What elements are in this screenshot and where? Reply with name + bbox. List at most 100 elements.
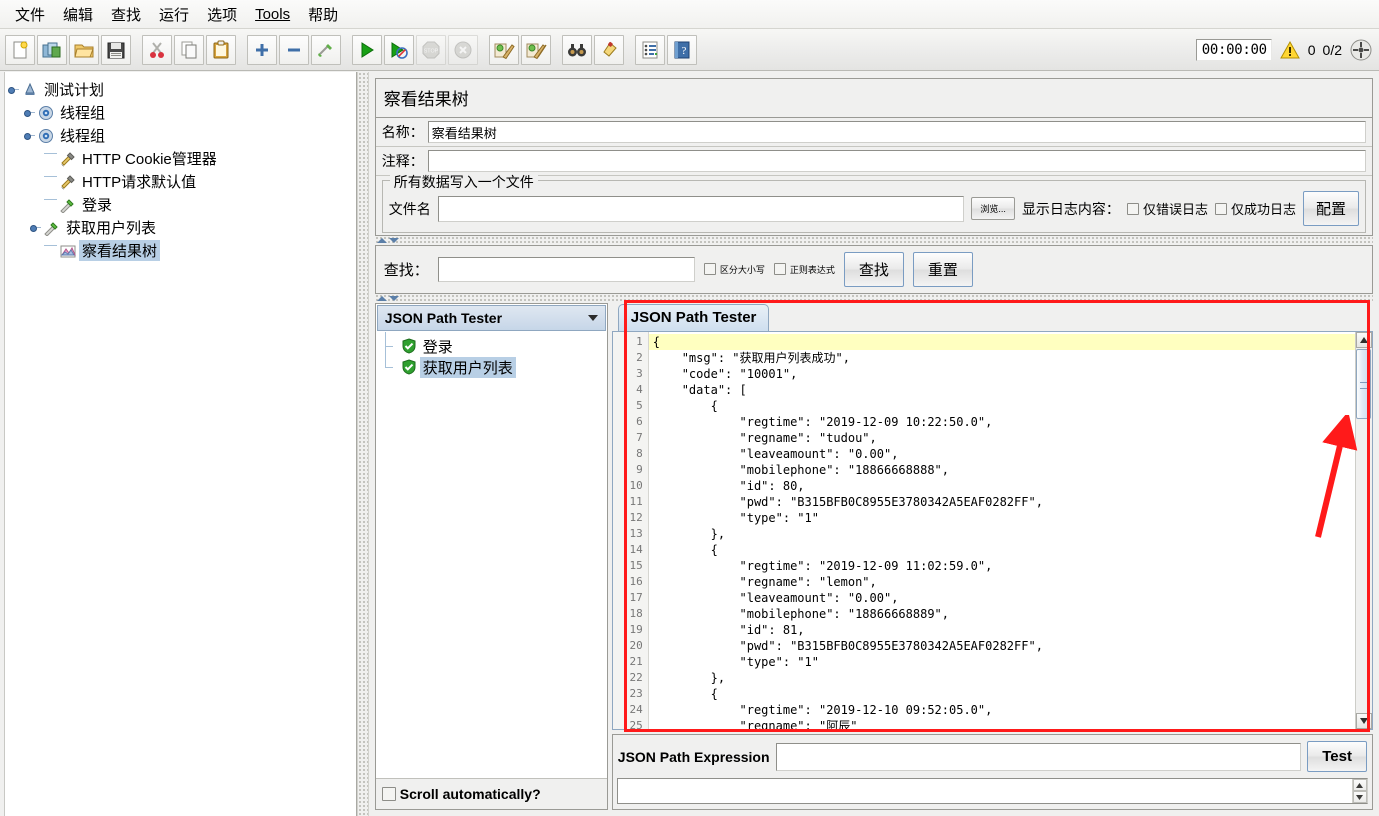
listener-config-panel: 察看结果树 名称： 注释： 所有数据写入一个文件 文件名 浏览... 显示日志内… — [369, 72, 1379, 816]
menu-item-help[interactable]: 帮助 — [299, 2, 347, 27]
line-number: 1 — [613, 334, 648, 350]
toolbar-group-clipboard — [141, 35, 237, 65]
main-split: 测试计划 线程组 线程组 HTTP — [0, 72, 1379, 816]
json-vertical-scrollbar[interactable] — [1355, 332, 1372, 729]
renderer-combobox-value: JSON Path Tester — [385, 310, 502, 326]
code-line: "regtime": "2019-12-09 10:22:50.0", — [653, 414, 1355, 430]
stop-icon: STOP — [416, 35, 446, 65]
save-icon[interactable] — [101, 35, 131, 65]
success-status-icon — [398, 358, 420, 377]
renderer-combobox[interactable]: JSON Path Tester — [377, 305, 606, 331]
tree-node-http-defaults[interactable]: HTTP请求默认值 — [6, 170, 356, 193]
tree-stub — [44, 153, 57, 166]
tree-node-get-user-list-sampler[interactable]: 获取用户列表 — [6, 216, 356, 239]
errors-only-checkbox[interactable]: 仅错误日志 — [1127, 199, 1208, 218]
scroll-down-arrow-icon[interactable] — [1356, 713, 1372, 729]
case-sensitive-checkbox[interactable]: 区分大小写 — [704, 263, 765, 276]
cut-icon[interactable] — [142, 35, 172, 65]
result-scrollbar[interactable] — [1352, 779, 1367, 803]
listener-icon — [57, 241, 79, 260]
tree-node-test-plan[interactable]: 测试计划 — [6, 78, 356, 101]
regex-label: 正则表达式 — [790, 263, 835, 276]
splitter-down-arrow-icon[interactable] — [389, 296, 399, 301]
sample-label: 获取用户列表 — [420, 357, 516, 378]
code-line: "pwd": "B315BFB0C8955E3780342A5EAF0282FF… — [653, 494, 1355, 510]
menu-item-edit[interactable]: 编辑 — [54, 2, 102, 27]
search-icon[interactable] — [562, 35, 592, 65]
splitter-up-arrow-icon[interactable] — [377, 296, 387, 301]
scrollbar-thumb[interactable] — [1356, 349, 1371, 419]
clear-all-icon[interactable] — [521, 35, 551, 65]
regex-checkbox[interactable]: 正则表达式 — [774, 263, 835, 276]
filename-input[interactable] — [438, 196, 965, 222]
sample-label: 登录 — [420, 336, 456, 357]
new-icon[interactable] — [5, 35, 35, 65]
splitter-up-arrow-icon[interactable] — [377, 238, 387, 243]
json-path-result-text — [618, 779, 1352, 803]
expand-handle-icon[interactable] — [6, 83, 19, 96]
checkbox-box-icon — [1215, 203, 1227, 215]
splitter-down-arrow-icon[interactable] — [389, 238, 399, 243]
code-line: "regtime": "2019-12-10 09:52:05.0", — [653, 702, 1355, 718]
tree-node-thread-group-2[interactable]: 线程组 — [6, 124, 356, 147]
expand-handle-icon[interactable] — [28, 221, 41, 234]
templates-list-icon[interactable] — [635, 35, 665, 65]
tree-node-cookie-manager[interactable]: HTTP Cookie管理器 — [6, 147, 356, 170]
search-input[interactable] — [438, 257, 695, 282]
menu-item-options[interactable]: 选项 — [198, 2, 246, 27]
templates-icon[interactable] — [37, 35, 67, 65]
scroll-automatically-checkbox[interactable]: Scroll automatically? — [382, 786, 541, 802]
configure-button[interactable]: 配置 — [1303, 191, 1359, 226]
scroll-up-arrow-icon[interactable] — [1353, 779, 1367, 791]
sample-result-login[interactable]: 登录 — [382, 336, 607, 357]
success-only-checkbox[interactable]: 仅成功日志 — [1215, 199, 1296, 218]
toolbar-group-file — [4, 35, 132, 65]
paste-icon[interactable] — [206, 35, 236, 65]
start-icon[interactable] — [352, 35, 382, 65]
tab-json-path-tester[interactable]: JSON Path Tester — [618, 304, 770, 331]
tree-node-login-sampler[interactable]: 登录 — [6, 193, 356, 216]
scroll-up-arrow-icon[interactable] — [1356, 332, 1372, 348]
expand-handle-icon[interactable] — [22, 106, 35, 119]
line-number: 18 — [613, 606, 648, 622]
line-number-gutter: 1234567891011121314151617181920212223242… — [613, 332, 649, 729]
copy-icon[interactable] — [174, 35, 204, 65]
header-splitter[interactable] — [375, 236, 1373, 245]
tree-node-thread-group-1[interactable]: 线程组 — [6, 101, 356, 124]
clear-icon[interactable] — [489, 35, 519, 65]
expand-icon[interactable] — [247, 35, 277, 65]
scroll-automatically-row: Scroll automatically? — [376, 778, 607, 809]
json-path-expression-input[interactable] — [776, 743, 1302, 771]
menu-item-run[interactable]: 运行 — [150, 2, 198, 27]
code-line: "type": "1" — [653, 510, 1355, 526]
sample-result-get-user-list[interactable]: 获取用户列表 — [382, 357, 607, 378]
menu-item-tools[interactable]: Tools — [246, 4, 299, 25]
code-line: "leaveamount": "0.00", — [653, 590, 1355, 606]
menu-item-file[interactable]: 文件 — [6, 2, 54, 27]
json-path-result-box[interactable] — [617, 778, 1368, 804]
scroll-down-arrow-icon[interactable] — [1353, 791, 1367, 803]
tree-stub — [44, 245, 57, 258]
comment-input[interactable] — [428, 150, 1366, 172]
test-button[interactable]: Test — [1307, 741, 1367, 772]
browse-button[interactable]: 浏览... — [971, 197, 1015, 220]
search-button[interactable]: 查找 — [844, 252, 904, 287]
warning-icon[interactable] — [1279, 40, 1301, 60]
name-input[interactable] — [428, 121, 1366, 143]
start-no-pauses-icon[interactable] — [384, 35, 414, 65]
search-splitter[interactable] — [375, 294, 1373, 303]
tree-node-label: HTTP请求默认值 — [79, 171, 199, 192]
menu-item-search[interactable]: 查找 — [102, 2, 150, 27]
json-content[interactable]: { "msg": "获取用户列表成功", "code": "10001", "d… — [649, 332, 1355, 729]
toggle-icon[interactable] — [311, 35, 341, 65]
expand-handle-icon[interactable] — [22, 129, 35, 142]
reset-button[interactable]: 重置 — [913, 252, 973, 287]
collapse-icon[interactable] — [279, 35, 309, 65]
toolbar-group-clear — [488, 35, 552, 65]
help-icon[interactable]: ? — [667, 35, 697, 65]
open-icon[interactable] — [69, 35, 99, 65]
tree-node-view-results-tree[interactable]: 察看结果树 — [6, 239, 356, 262]
main-splitter[interactable] — [357, 72, 369, 816]
expand-view-icon[interactable] — [1349, 38, 1373, 62]
function-helper-icon[interactable] — [594, 35, 624, 65]
